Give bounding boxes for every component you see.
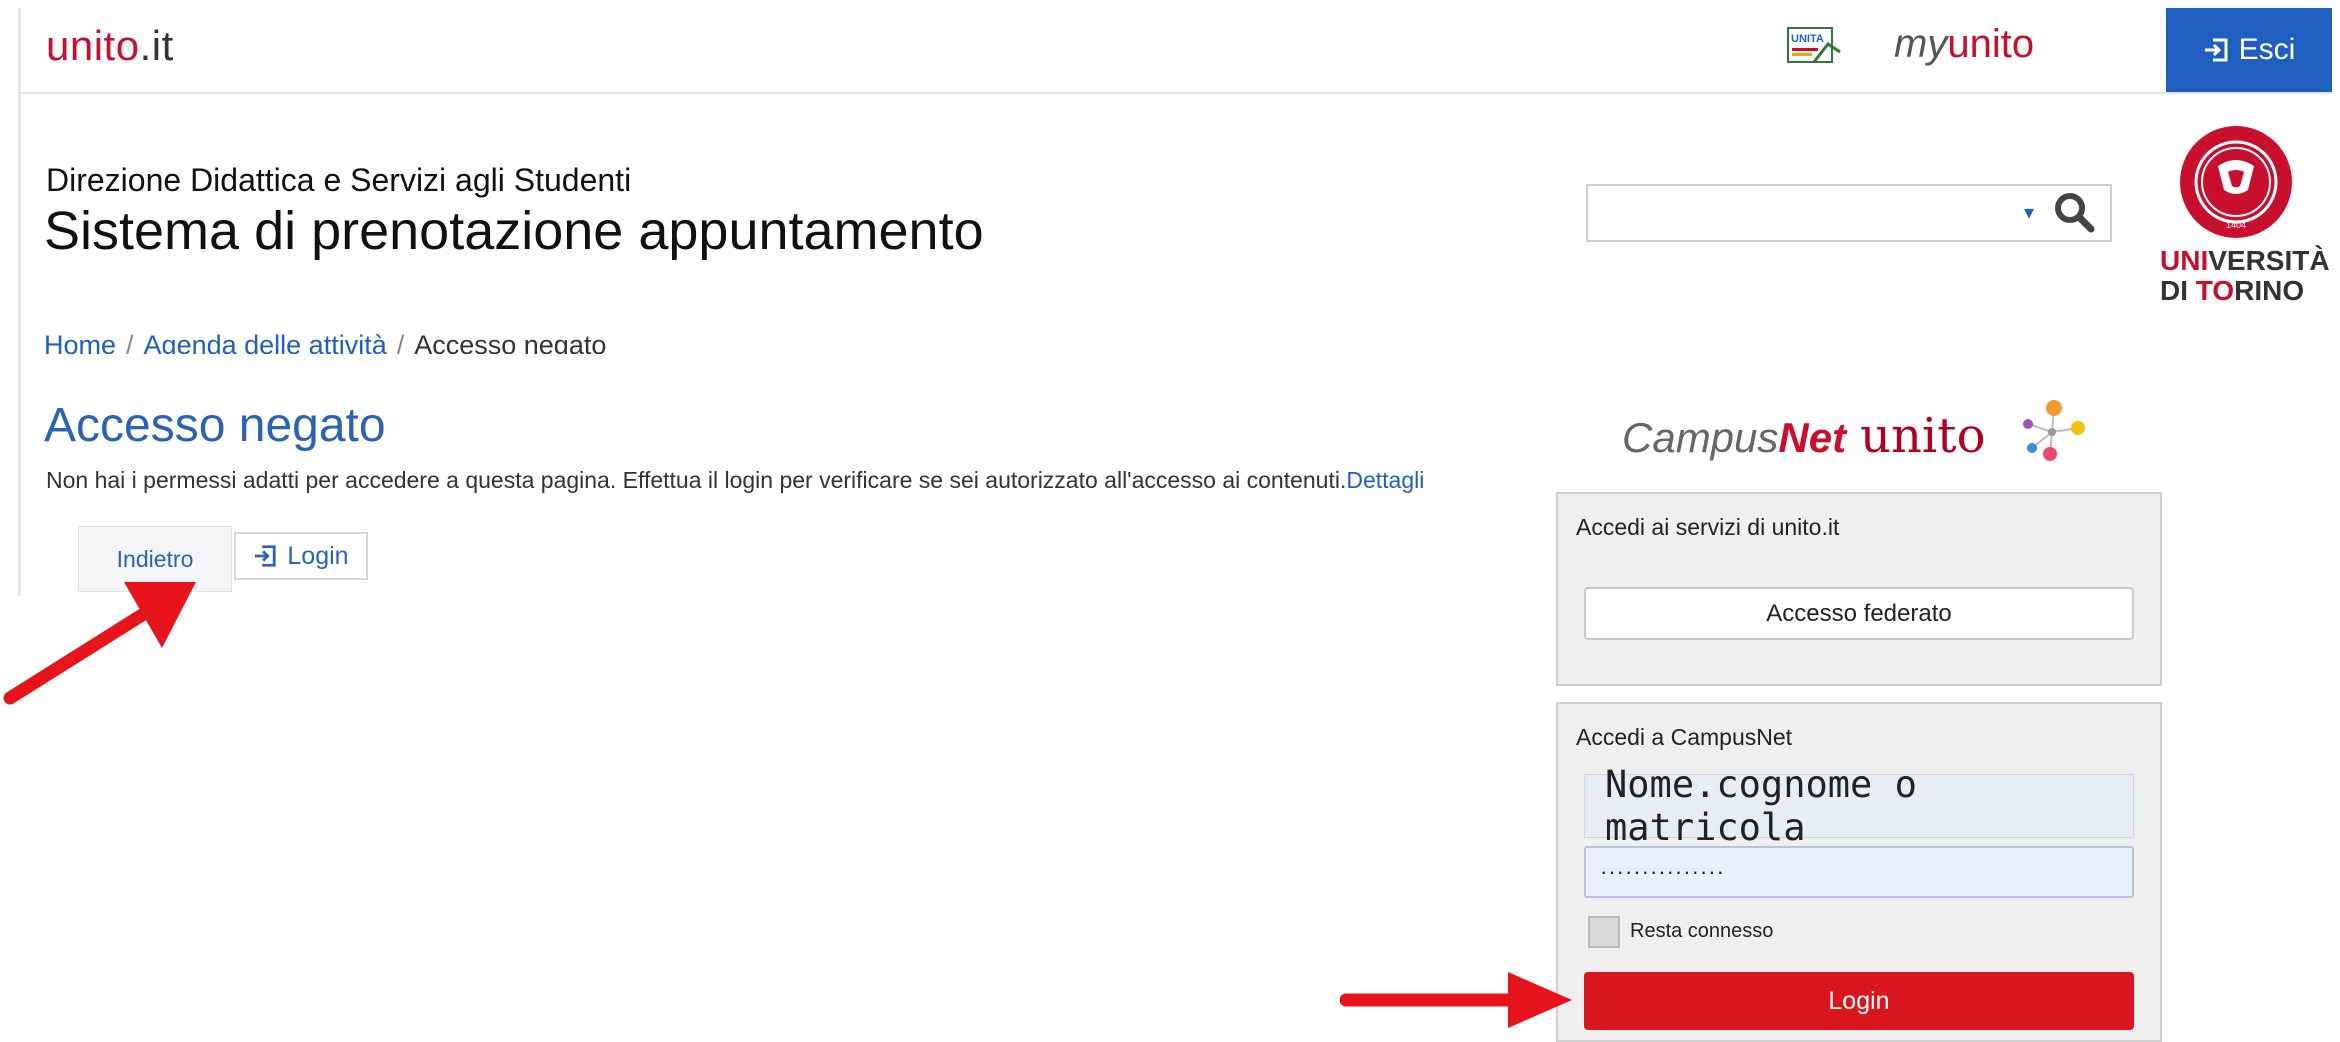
department-name: Direzione Didattica e Servizi agli Stude… [46, 162, 632, 198]
federated-panel-title: Accedi ai servizi di unito.it [1576, 514, 1840, 540]
brand-main: unito [46, 22, 140, 69]
login-icon [2204, 38, 2228, 62]
search-icon[interactable] [2052, 190, 2096, 234]
back-button[interactable]: Indietro [78, 526, 232, 592]
annotation-arrow-login [1340, 972, 1572, 1028]
left-border [18, 8, 21, 596]
university-seal-icon: 1404 [2180, 126, 2292, 238]
login-icon [255, 545, 277, 567]
logo-di: DI [2160, 275, 2196, 306]
breadcrumb-agenda[interactable]: Agenda delle attività [144, 330, 387, 354]
unita-logo-text: UNITA [1791, 33, 1824, 45]
chevron-down-icon[interactable]: ▾ [2024, 200, 2034, 225]
myunito-prefix: my [1894, 22, 1948, 66]
system-title: Sistema di prenotazione appuntamento [44, 201, 984, 261]
remember-me-label: Resta connesso [1630, 920, 1774, 942]
myunito-suffix: unito [1947, 22, 2035, 66]
logo-versita: VERSITÀ [2208, 245, 2330, 276]
remember-me-checkbox[interactable] [1588, 916, 1620, 948]
logo-uni: UNI [2160, 245, 2209, 276]
exit-label: Esci [2238, 33, 2296, 66]
myunito-link[interactable]: myunito [1894, 22, 2034, 67]
network-molecule-icon [2023, 400, 2085, 461]
breadcrumb-separator: / [396, 330, 405, 354]
unita-logo-icon[interactable]: UNITA [1784, 22, 1844, 70]
university-logo[interactable]: UNIVERSITÀ DI TORINO [2160, 246, 2330, 306]
breadcrumb-separator: / [126, 330, 134, 354]
seal-year: 1404 [2226, 220, 2246, 230]
username-field[interactable]: Nome.cognome o matricola [1584, 763, 2134, 849]
breadcrumb: Home / Agenda delle attività / Accesso negat… [44, 324, 606, 354]
exit-button[interactable]: Esci [2166, 8, 2332, 92]
brand-tld: .it [139, 22, 174, 69]
campusnet-logo-unito: unito [1860, 408, 1986, 464]
logo-to: TO [2195, 275, 2235, 306]
federated-access-button[interactable]: Accesso federato [1584, 587, 2134, 640]
logo-rino: RINO [2234, 275, 2305, 306]
login-label: Login [287, 541, 349, 570]
unito-it-logo[interactable]: unito.it [46, 22, 174, 70]
breadcrumb-current: Accesso negato [414, 330, 607, 354]
message-text: Non hai i permessi adatti per accedere a… [46, 467, 1347, 493]
campusnet-logo-net: Net [1778, 414, 1847, 461]
password-field[interactable]: ··············· [1584, 846, 2134, 898]
breadcrumb-home[interactable]: Home [44, 330, 116, 354]
campusnet-logo-campus: Campus [1622, 414, 1779, 461]
access-denied-message: Non hai i permessi adatti per accedere a… [46, 467, 1424, 494]
campusnet-panel-title: Accedi a CampusNet [1576, 724, 1793, 750]
campusnet-logo: CampusNet unito [1622, 408, 1985, 464]
login-button[interactable]: Login [234, 532, 368, 580]
campusnet-login-button[interactable]: Login [1584, 972, 2134, 1030]
details-link[interactable]: Dettagli [1346, 467, 1424, 493]
page-title: Accesso negato [44, 399, 386, 452]
